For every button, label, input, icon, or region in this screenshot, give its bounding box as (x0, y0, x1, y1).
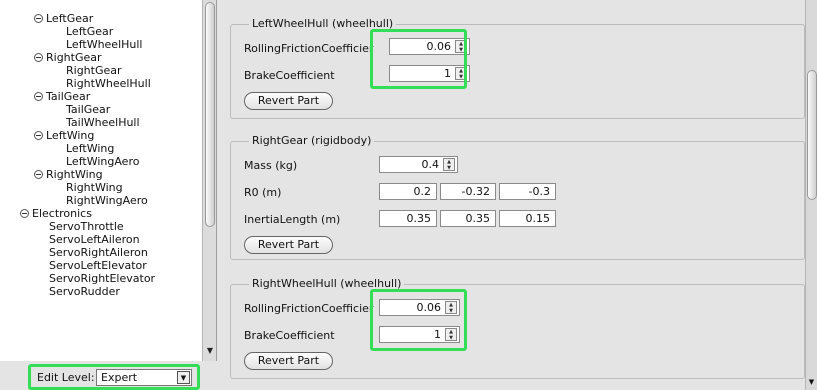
tree-leaf-leftgear[interactable]: LeftGear (66, 25, 113, 38)
collapse-icon[interactable] (34, 92, 43, 101)
part-tree-panel: LeftGear LeftGear LeftWheelHull RightGea… (0, 0, 217, 361)
tree-leaf-servoleftaileron[interactable]: ServoLeftAileron (49, 233, 140, 246)
highlight-right-wheel-hull (370, 289, 467, 351)
collapse-icon[interactable] (34, 131, 43, 140)
edit-level-value: Expert (101, 371, 138, 384)
tree-leaf-servoleftelevator[interactable]: ServoLeftElevator (49, 259, 147, 272)
revert-part-button[interactable]: Revert Part (244, 236, 333, 254)
collapse-icon[interactable] (34, 14, 43, 23)
r0-label: R0 (m) (244, 186, 282, 199)
group-title: RightGear (rigidbody) (249, 134, 375, 147)
inertia-z-field[interactable]: 0.15 (499, 210, 556, 227)
scroll-down-arrow-icon[interactable]: ▼ (204, 345, 216, 357)
properties-panel: LeftWheelHull (wheelhull) RollingFrictio… (220, 0, 817, 390)
edit-level-label: Edit Level: (37, 371, 95, 384)
rolling-friction-label: RollingFrictionCoefficier (244, 302, 374, 315)
tree-leaf-rightwingaero[interactable]: RightWingAero (66, 194, 148, 207)
chevron-down-icon[interactable]: ▼ (177, 371, 190, 384)
rolling-friction-label: RollingFrictionCoefficier (244, 42, 374, 55)
highlight-left-wheel-hull (370, 29, 467, 89)
r0-x-field[interactable]: 0.2 (379, 183, 437, 200)
inertia-x-field[interactable]: 0.35 (379, 210, 437, 227)
properties-scrollbar-thumb[interactable] (807, 70, 817, 200)
group-right-wheel-hull: RightWheelHull (wheelhull) RollingFricti… (230, 277, 805, 379)
part-tree: LeftGear LeftGear LeftWheelHull RightGea… (0, 0, 202, 361)
tree-node-leftwing[interactable]: LeftWing (34, 129, 94, 142)
collapse-icon[interactable] (34, 170, 43, 179)
spin-arrows-icon[interactable]: ▲ ▼ (443, 158, 455, 171)
mass-spinbox[interactable]: 0.4 ▲ ▼ (379, 156, 458, 173)
tree-leaf-servothrottle[interactable]: ServoThrottle (49, 220, 124, 233)
mass-label: Mass (kg) (244, 159, 298, 172)
tree-leaf-rightgear[interactable]: RightGear (66, 64, 122, 77)
tree-leaf-leftwheelhull[interactable]: LeftWheelHull (66, 38, 143, 51)
tree-node-rightwing[interactable]: RightWing (34, 168, 103, 181)
revert-part-button[interactable]: Revert Part (244, 352, 333, 370)
tree-leaf-rightwing[interactable]: RightWing (66, 181, 123, 194)
group-right-gear: RightGear (rigidbody) Mass (kg) 0.4 ▲ ▼ R… (230, 134, 805, 260)
tree-leaf-servorightelevator[interactable]: ServoRightElevator (49, 272, 155, 285)
tree-leaf-rightwheelhull[interactable]: RightWheelHull (66, 77, 151, 90)
mass-value: 0.4 (421, 158, 440, 171)
tree-leaf-servorightaileron[interactable]: ServoRightAileron (49, 246, 148, 259)
revert-part-button[interactable]: Revert Part (244, 92, 333, 110)
r0-y-field[interactable]: -0.32 (440, 183, 496, 200)
tree-leaf-leftwingaero[interactable]: LeftWingAero (66, 155, 139, 168)
brake-coefficient-label: BrakeCoefficient (244, 69, 335, 82)
tree-node-tailgear[interactable]: TailGear (34, 90, 90, 103)
brake-coefficient-label: BrakeCoefficient (244, 329, 335, 342)
tree-node-rightgear[interactable]: RightGear (34, 51, 102, 64)
tree-scrollbar[interactable]: ▼ (202, 0, 216, 361)
collapse-icon[interactable] (34, 53, 43, 62)
scroll-down-arrow-icon[interactable]: ▼ (806, 377, 817, 388)
inertia-y-field[interactable]: 0.35 (440, 210, 496, 227)
tree-node-leftgear[interactable]: LeftGear (34, 12, 93, 25)
group-left-wheel-hull: LeftWheelHull (wheelhull) RollingFrictio… (230, 17, 805, 119)
tree-leaf-servorudder[interactable]: ServoRudder (49, 285, 120, 298)
tree-leaf-tailgear[interactable]: TailGear (66, 103, 110, 116)
tree-leaf-leftwing[interactable]: LeftWing (66, 142, 114, 155)
tree-leaf-tailwheelhull[interactable]: TailWheelHull (66, 116, 140, 129)
r0-z-field[interactable]: -0.3 (499, 183, 556, 200)
inertia-length-label: InertiaLength (m) (244, 213, 341, 226)
tree-node-electronics[interactable]: Electronics (20, 207, 92, 220)
edit-level-select[interactable]: Expert ▼ (96, 369, 192, 386)
properties-scrollbar[interactable]: ▼ (805, 0, 817, 390)
collapse-icon[interactable] (20, 209, 29, 218)
tree-scrollbar-thumb[interactable] (205, 2, 215, 227)
